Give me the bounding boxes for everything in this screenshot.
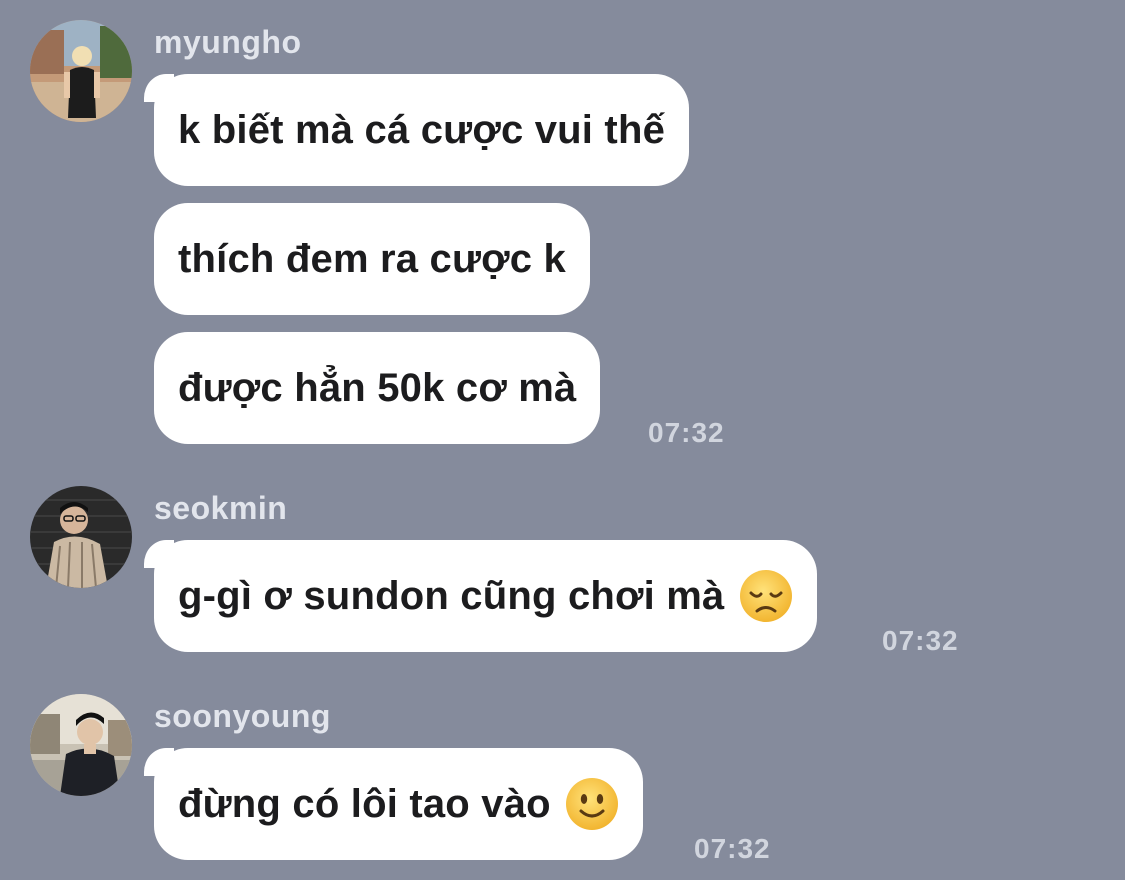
avatar-photo-icon bbox=[30, 20, 132, 122]
sender-name: soonyoung bbox=[154, 698, 331, 734]
message-text: thích đem ra cược k bbox=[178, 236, 566, 281]
sender-name: seokmin bbox=[154, 490, 288, 526]
message-bubble[interactable]: đừng có lôi tao vào bbox=[144, 748, 643, 860]
message-bubble[interactable]: thích đem ra cược k bbox=[154, 203, 590, 315]
avatar-myungho[interactable] bbox=[30, 20, 132, 122]
sender-name: myungho bbox=[154, 24, 302, 60]
message-text: được hẳn 50k cơ mà bbox=[178, 365, 577, 410]
message-time: 07:32 bbox=[648, 417, 725, 448]
message-time: 07:32 bbox=[882, 625, 959, 656]
message-bubble[interactable]: được hẳn 50k cơ mà bbox=[154, 332, 601, 444]
avatar-photo-icon bbox=[30, 694, 132, 796]
message-text: đừng có lôi tao vào bbox=[178, 781, 551, 826]
message-bubble[interactable]: k biết mà cá cược vui thế bbox=[143, 74, 690, 186]
avatar-photo-icon bbox=[30, 486, 132, 588]
message-bubble[interactable]: g-gì ơ sundon cũng chơi mà bbox=[144, 540, 817, 652]
message-text: k biết mà cá cược vui thế bbox=[178, 107, 666, 152]
disappointed-face-icon bbox=[739, 569, 793, 623]
message-text: g-gì ơ sundon cũng chơi mà bbox=[178, 573, 725, 618]
avatar-seokmin[interactable] bbox=[30, 486, 132, 588]
slightly-smiling-face-icon bbox=[565, 777, 619, 831]
message-time: 07:32 bbox=[694, 833, 771, 864]
avatar-soonyoung[interactable] bbox=[30, 694, 132, 796]
